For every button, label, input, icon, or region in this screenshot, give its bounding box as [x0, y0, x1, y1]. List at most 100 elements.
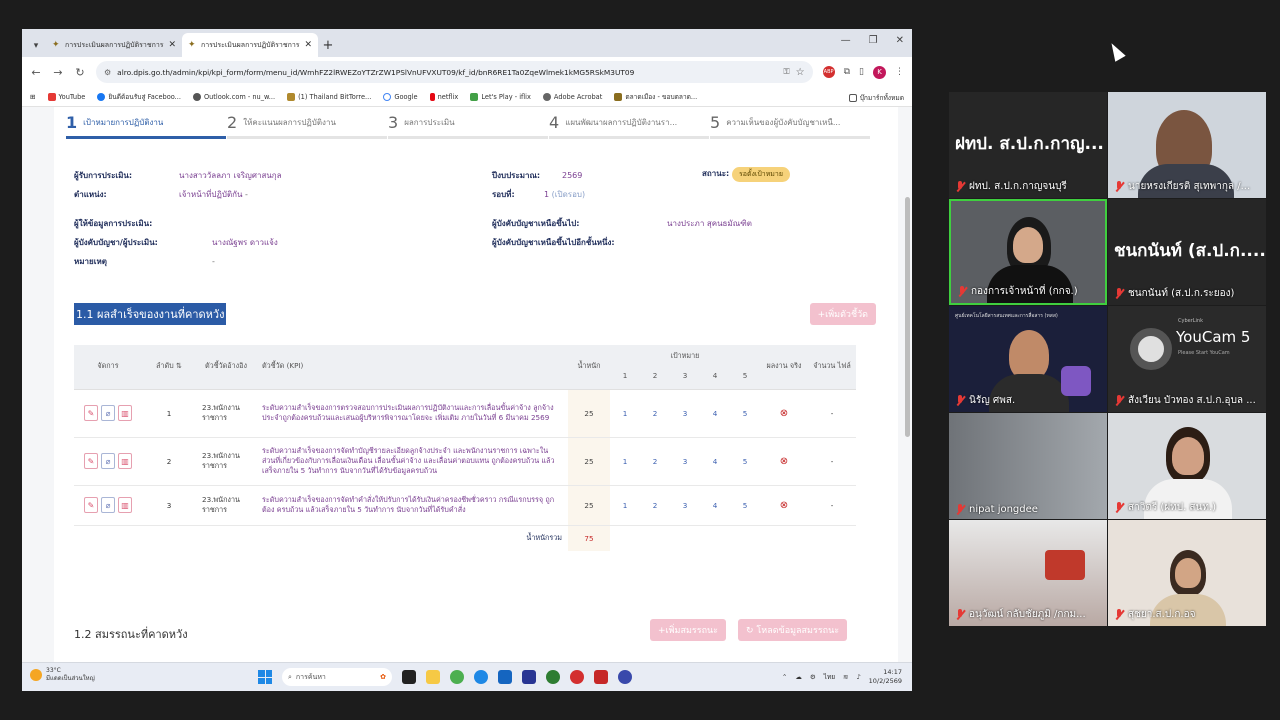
participant-tile[interactable]: อนุวัฒน์ กลับชัยภูมิ /กกม...	[949, 520, 1107, 626]
search-highlight-icon: ✿	[380, 673, 386, 681]
tab-title: การประเมินผลการปฏิบัติราชการ - ระ	[65, 40, 164, 49]
bookmark-market[interactable]: ตลาดเมือง - ขอบตลาด...	[614, 91, 697, 102]
sort-icon[interactable]: ⇅	[176, 361, 182, 370]
table-row: ✎ ⌀ ▥ 3 23.พนักงาน ราชการ ระดับความสำเร็จข…	[74, 485, 856, 526]
participant-tile[interactable]: ฝทป. ส.ป.ก.กาญ... ฝทป. ส.ป.ก.กาญจนบุรี	[949, 92, 1107, 198]
participant-tile[interactable]: นายหรงเกียรติ สุเทพากุล /...	[1108, 92, 1266, 198]
close-window-icon[interactable]: ✕	[896, 35, 904, 46]
delete-icon[interactable]: ▥	[118, 453, 132, 469]
attach-icon[interactable]: ⌀	[101, 453, 115, 469]
tab-search-icon[interactable]: ▾	[26, 35, 46, 57]
edit-icon[interactable]: ✎	[84, 405, 98, 421]
step-4[interactable]: 4 แผนพัฒนาผลการปฏิบัติงานรา...	[549, 107, 709, 139]
step-1[interactable]: 1 เป้าหมายการปฏิบัติงาน	[66, 107, 226, 139]
bookmark-iflix[interactable]: Let's Play - iflix	[470, 92, 531, 101]
participant-tile[interactable]: สุชยา.ส.ป.ก.อจ	[1108, 520, 1266, 626]
edit-icon[interactable]: ✎	[84, 497, 98, 513]
zoom-icon[interactable]	[618, 670, 632, 684]
add-kpi-button[interactable]: +เพิ่มตัวชี้วัด	[809, 303, 876, 325]
participant-tile[interactable]: nipat jongdee	[949, 413, 1107, 519]
site-favicon-icon: ✦	[52, 39, 60, 50]
bookmark-outlook[interactable]: Outlook.com - nu_w...	[192, 92, 275, 101]
acrobat-icon[interactable]	[594, 670, 608, 684]
all-bookmarks[interactable]: บุ๊กมาร์กทั้งหมด	[848, 92, 904, 103]
task-view-icon[interactable]	[402, 670, 416, 684]
status-row: สถานะ: รอตั้งเป้าหมาย	[702, 167, 790, 182]
apps-grid-icon[interactable]: ⊞	[30, 93, 36, 101]
participant-tile[interactable]: ศูนย์เทคโนโลยีสารสนเทศและการสื่อสาร (ทสส…	[949, 306, 1107, 412]
minimize-icon[interactable]: —	[841, 35, 851, 46]
edit-icon[interactable]: ✎	[84, 453, 98, 469]
url-text: alro.dpis.go.th/admin/kpi/kpi_form/form/…	[117, 67, 635, 77]
result-x-icon[interactable]: ⊗	[760, 485, 808, 526]
adblock-icon[interactable]: ABP	[822, 66, 835, 78]
reload-icon[interactable]: ↻	[74, 66, 86, 79]
participant-tile-active-speaker[interactable]: กองการเจ้าหน้าที่ (กกจ.)	[949, 199, 1107, 305]
step-2[interactable]: 2 ให้คะแนนผลการปฏิบัติงาน	[227, 107, 387, 139]
new-tab-button[interactable]: +	[318, 33, 338, 57]
key-icon[interactable]: ⚿	[784, 67, 790, 77]
vscode-icon[interactable]	[522, 670, 536, 684]
bookmark-star-icon[interactable]: ☆	[796, 67, 805, 78]
bookmark-bittorrent[interactable]: (1) Thailand BitTorre...	[287, 92, 371, 101]
browser-tab[interactable]: ✦ การประเมินผลการปฏิบัติราชการ - ระ ✕	[46, 33, 182, 57]
volume-icon[interactable]: ♪	[857, 673, 861, 681]
add-competency-button[interactable]: +เพิ่มสมรรถนะ	[650, 619, 727, 641]
profile-avatar[interactable]: K	[873, 65, 886, 79]
participant-tile[interactable]: CyberLink YouCam 5 Please Start YouCam ส…	[1108, 306, 1266, 412]
chrome-active-icon[interactable]	[570, 670, 584, 684]
result-x-icon[interactable]: ⊗	[760, 437, 808, 486]
wifi-icon[interactable]: ≋	[843, 673, 848, 681]
site-info-icon[interactable]: ⚙	[104, 68, 111, 77]
step-3[interactable]: 3 ผลการประเมิน	[388, 107, 548, 139]
line-icon[interactable]	[546, 670, 560, 684]
sidepanel-icon[interactable]: ▯	[859, 67, 864, 77]
col-actions: จัดการ	[74, 345, 142, 390]
col-target: เป้าหมาย 12345	[610, 345, 760, 390]
chevron-up-icon[interactable]: ⌃	[782, 673, 787, 681]
url-field[interactable]: ⚙ alro.dpis.go.th/admin/kpi/kpi_form/for…	[96, 61, 813, 83]
page-scrollbar[interactable]	[905, 197, 910, 437]
search-icon: ⌕	[288, 672, 292, 681]
file-explorer-icon[interactable]	[426, 670, 440, 684]
tray-app-icon[interactable]: ☁	[795, 673, 802, 681]
section-1-2-title: 1.2 สมรรถนะที่คาดหวัง	[74, 628, 188, 641]
close-tab-icon[interactable]: ✕	[168, 40, 176, 50]
bookmark-acrobat[interactable]: Adobe Acrobat	[542, 92, 602, 101]
extensions-icon[interactable]: ⧉	[844, 67, 850, 77]
attach-icon[interactable]: ⌀	[101, 497, 115, 513]
kebab-menu-icon[interactable]: ⋮	[895, 67, 904, 77]
col-order[interactable]: ลำดับ ⇅	[142, 345, 196, 390]
muted-mic-icon	[955, 181, 965, 192]
chrome-icon[interactable]	[450, 670, 464, 684]
weather-widget[interactable]: 33°C มีแดดเป็นส่วนใหญ่	[30, 667, 95, 683]
restore-icon[interactable]: ❐	[869, 35, 878, 46]
delete-icon[interactable]: ▥	[118, 405, 132, 421]
bookmark-google[interactable]: Google	[383, 92, 418, 101]
tray-app-icon[interactable]: ⚙	[810, 673, 816, 681]
lang-indicator[interactable]: ไทย	[824, 672, 835, 682]
windows-start-icon[interactable]	[258, 670, 272, 684]
participant-tile[interactable]: ชนกนันท์ (ส.ป.ก.... ชนกนันท์ (ส.ป.ก.ระยอ…	[1108, 199, 1266, 305]
browser-tab-active[interactable]: ✦ การประเมินผลการปฏิบัติราชการ - ระ ✕	[182, 33, 318, 57]
store-icon[interactable]	[498, 670, 512, 684]
bookmark-netflix[interactable]: netflix	[429, 92, 458, 101]
close-tab-icon[interactable]: ✕	[304, 40, 312, 50]
mouse-cursor-icon	[1106, 40, 1126, 62]
back-icon[interactable]: ←	[30, 66, 42, 79]
forward-icon[interactable]: →	[52, 66, 64, 79]
attach-icon[interactable]: ⌀	[101, 405, 115, 421]
edge-icon[interactable]	[474, 670, 488, 684]
bookmark-facebook[interactable]: ยินดีต้อนรับสู่ Faceboo...	[97, 91, 181, 102]
result-x-icon[interactable]: ⊗	[760, 389, 808, 438]
kpi-form-card: 1 เป้าหมายการปฏิบัติงาน 2 ให้คะแนนผลการปฏิ…	[54, 107, 898, 662]
site-favicon-icon	[614, 92, 623, 101]
taskbar-search[interactable]: ⌕ การค้นหา ✿	[282, 668, 392, 686]
bookmark-youtube[interactable]: YouTube	[47, 92, 85, 101]
position-row: ตำแหน่ง: เจ้าหน้าที่ปฏิบัติกัน -	[74, 190, 248, 199]
load-competency-button[interactable]: ↻ โหลดข้อมูลสมรรถนะ	[738, 619, 848, 641]
clock[interactable]: 14:17 10/2/2569	[869, 668, 902, 686]
step-5[interactable]: 5 ความเห็นของผู้บังคับบัญชาเหนื...	[710, 107, 870, 139]
delete-icon[interactable]: ▥	[118, 497, 132, 513]
participant-tile[interactable]: สาวิตรี (ฝทป. สนท.)	[1108, 413, 1266, 519]
